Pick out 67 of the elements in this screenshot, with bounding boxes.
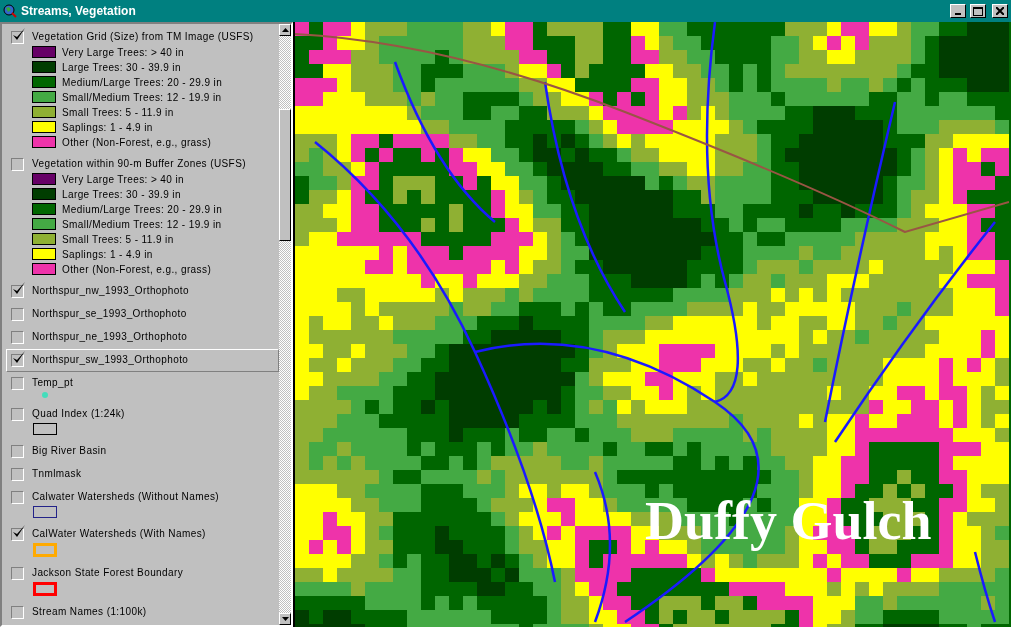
visibility-checkbox[interactable]: [11, 377, 24, 390]
scroll-up-button[interactable]: [279, 24, 291, 36]
layer-name: Jackson State Forest Boundary: [32, 566, 184, 579]
layer-name: Vegetation Grid (Size) from TM Image (USFS): [32, 30, 254, 43]
maximize-icon: [973, 6, 983, 16]
visibility-checkbox[interactable]: [11, 468, 24, 481]
layer-row[interactable]: Jackson State Forest Boundary: [6, 562, 279, 601]
layer-row[interactable]: Big River Basin: [6, 440, 279, 463]
layer-name: CalWater Watersheds (With Names): [32, 527, 206, 540]
layer-name: Vegetation within 90-m Buffer Zones (USFS): [32, 157, 246, 170]
legend-label: Large Trees: 30 - 39.9 in: [62, 60, 181, 74]
window-title: Streams, Vegetation: [21, 4, 137, 18]
legend-label: Small/Medium Trees: 12 - 19.9 in: [62, 217, 222, 231]
legend-label: Small/Medium Trees: 12 - 19.9 in: [62, 90, 222, 104]
visibility-checkbox[interactable]: [11, 491, 24, 504]
down-arrow-icon: [281, 617, 289, 621]
layer-name: Big River Basin: [32, 444, 107, 457]
visibility-checkbox[interactable]: [11, 445, 24, 458]
legend-label: Large Trees: 30 - 39.9 in: [62, 187, 181, 201]
scrollbar[interactable]: [279, 24, 291, 625]
legend-label: Saplings: 1 - 4.9 in: [62, 120, 153, 134]
layer-row[interactable]: Stream Names (1:100k): [6, 601, 279, 624]
close-button[interactable]: [992, 4, 1008, 18]
legend-label: Saplings: 1 - 4.9 in: [62, 247, 153, 261]
visibility-checkbox[interactable]: [11, 528, 24, 541]
up-arrow-icon: [281, 28, 289, 32]
layer-name: Tnmlmask: [32, 467, 82, 480]
legend-label: Other (Non-Forest, e.g., grass): [62, 135, 212, 149]
layer-name: Temp_pt: [32, 376, 74, 389]
layer-name: Calwater Watersheds (Without Names): [32, 490, 219, 503]
legend-label: Very Large Trees: > 40 in: [62, 45, 184, 59]
visibility-checkbox[interactable]: [11, 354, 24, 367]
legend-label: Medium/Large Trees: 20 - 29.9 in: [62, 202, 223, 216]
globe-icon: [3, 4, 17, 18]
layer-row[interactable]: Tnmlmask: [6, 463, 279, 486]
legend-label: Small Trees: 5 - 11.9 in: [62, 105, 174, 119]
layer-row[interactable]: Northspur_nw_1993_Orthophoto: [6, 280, 279, 303]
layer-name: Stream Names (1:100k): [32, 605, 147, 618]
layer-row[interactable]: Northspur_ne_1993_Orthophoto: [6, 326, 279, 349]
scroll-thumb[interactable]: [279, 108, 291, 241]
layer-name: Northspur_nw_1993_Orthophoto: [32, 284, 189, 297]
layer-name: Quad Index (1:24k): [32, 407, 125, 420]
layer-row[interactable]: Temp_pt: [6, 372, 279, 403]
layer-row[interactable]: Quad Index (1:24k): [6, 403, 279, 440]
layer-name: Northspur_se_1993_Orthophoto: [32, 307, 187, 320]
layer-row[interactable]: Northspur_se_1993_Orthophoto: [6, 303, 279, 326]
visibility-checkbox[interactable]: [11, 408, 24, 421]
legend-label: Small Trees: 5 - 11.9 in: [62, 232, 174, 246]
legend-label: Other (Non-Forest, e.g., grass): [62, 262, 212, 276]
minimize-button[interactable]: [950, 4, 966, 18]
visibility-checkbox[interactable]: [11, 285, 24, 298]
visibility-checkbox[interactable]: [11, 606, 24, 619]
visibility-checkbox[interactable]: [11, 331, 24, 344]
scroll-down-button[interactable]: [279, 613, 291, 625]
legend-label: Very Large Trees: > 40 in: [62, 172, 184, 186]
layer-row[interactable]: Northspur_sw_1993_Orthophoto: [6, 349, 279, 372]
close-icon: [996, 7, 1004, 15]
layer-row[interactable]: CalWater Watersheds (With Names): [6, 523, 279, 562]
visibility-checkbox[interactable]: [11, 158, 24, 171]
layer-row[interactable]: Calwater Watersheds (Without Names): [6, 486, 279, 523]
visibility-checkbox[interactable]: [11, 567, 24, 580]
visibility-checkbox[interactable]: [11, 308, 24, 321]
maximize-button[interactable]: [970, 4, 986, 18]
visibility-checkbox[interactable]: [11, 31, 24, 44]
layer-name: Northspur_sw_1993_Orthophoto: [32, 353, 189, 366]
layer-name: Northspur_ne_1993_Orthophoto: [32, 330, 188, 343]
legend-label: Medium/Large Trees: 20 - 29.9 in: [62, 75, 223, 89]
